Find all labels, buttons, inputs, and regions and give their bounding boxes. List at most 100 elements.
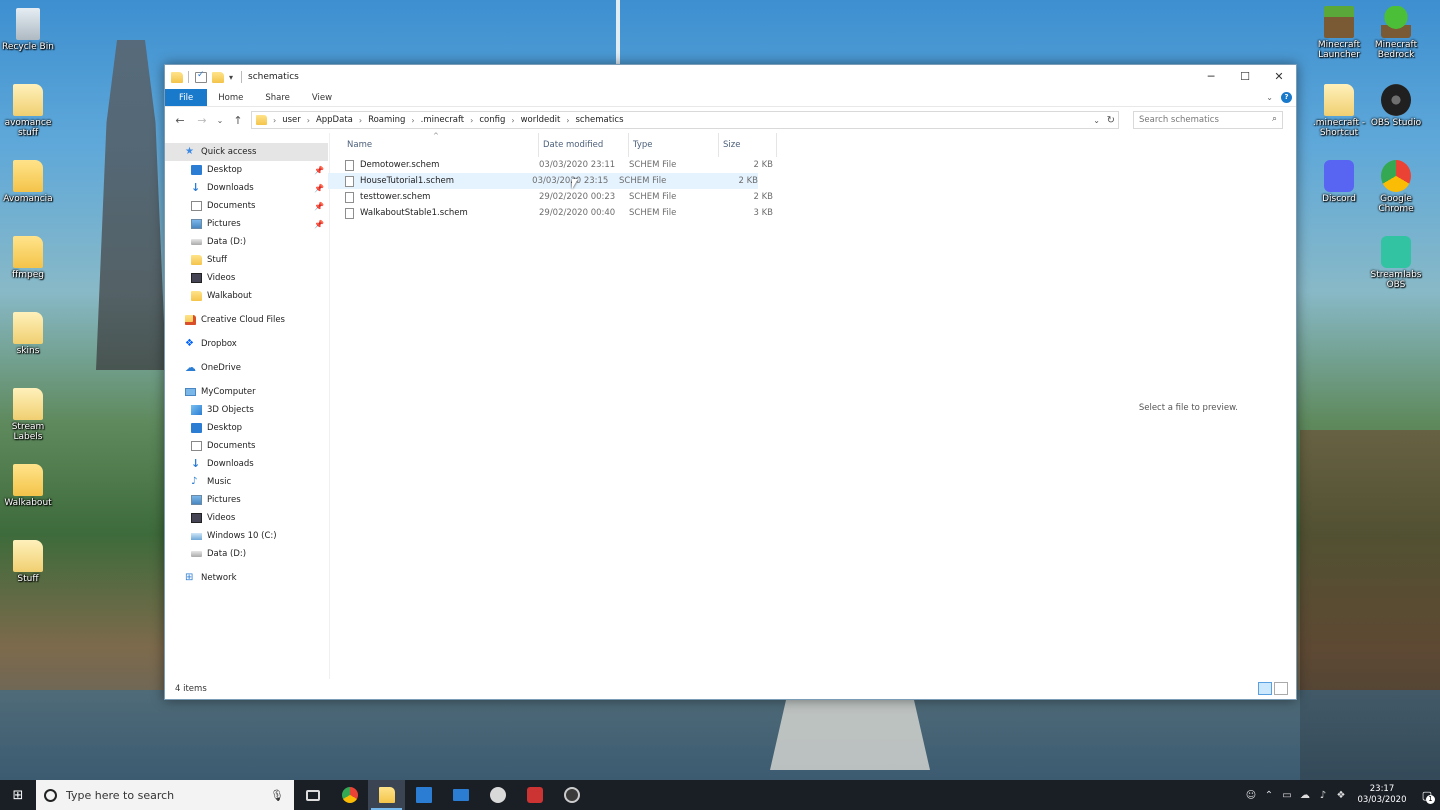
pin-icon[interactable]: 📌: [314, 220, 324, 229]
new-folder-icon[interactable]: [212, 71, 224, 83]
nav-computer-item[interactable]: Data (D:): [165, 545, 328, 563]
nav-network[interactable]: ⊞ Network: [165, 569, 328, 587]
desktop-icon-obs-studio[interactable]: OBS Studio: [1368, 84, 1424, 128]
nav-computer-item[interactable]: ♪ Music: [165, 473, 328, 491]
tab-file[interactable]: File: [165, 89, 208, 106]
large-icons-view-button[interactable]: [1274, 682, 1288, 695]
desktop-icon-minecraft-shortcut[interactable]: .minecraft - Shortcut: [1311, 84, 1367, 138]
desktop-icon-google-chrome[interactable]: Google Chrome: [1368, 160, 1424, 214]
column-header-size[interactable]: Size: [719, 133, 777, 157]
pin-icon[interactable]: 📌: [314, 166, 324, 175]
desktop-icon-ffmpeg[interactable]: ffmpeg: [0, 236, 56, 280]
breadcrumb-chevron-icon[interactable]: ›: [470, 116, 473, 125]
microphone-icon[interactable]: 🎙: [270, 789, 284, 802]
address-bar[interactable]: › user › AppData › Roaming › .minecraft …: [251, 111, 1119, 129]
recent-locations-icon[interactable]: ⌄: [215, 111, 225, 129]
action-center-button[interactable]: ▢ 1: [1414, 780, 1440, 810]
quick-access-toolbar-dropdown-icon[interactable]: ▾: [229, 73, 233, 82]
desktop-icon-recycle-bin[interactable]: Recycle Bin: [0, 8, 56, 52]
minimize-button[interactable]: ─: [1194, 65, 1228, 87]
tab-home[interactable]: Home: [207, 89, 254, 106]
nav-creative-cloud[interactable]: Creative Cloud Files: [165, 311, 328, 329]
clock[interactable]: 23:17 03/03/2020: [1350, 784, 1414, 806]
nav-quick-item[interactable]: Documents 📌: [165, 197, 328, 215]
refresh-icon[interactable]: ↻: [1107, 115, 1115, 126]
file-row[interactable]: WalkaboutStable1.schem 29/02/2020 00:40 SC…: [328, 205, 1296, 221]
nav-quick-item[interactable]: Data (D:): [165, 233, 328, 251]
taskbar-app-button[interactable]: [368, 780, 405, 810]
desktop-icon-minecraft-launcher[interactable]: Minecraft Launcher: [1311, 6, 1367, 60]
breadcrumb-worldedit[interactable]: worldedit: [521, 115, 561, 125]
nav-computer-item[interactable]: Pictures: [165, 491, 328, 509]
taskbar-app-button[interactable]: [442, 780, 479, 810]
breadcrumb-config[interactable]: config: [479, 115, 505, 125]
taskbar-app-button[interactable]: [479, 780, 516, 810]
people-icon[interactable]: ☺: [1242, 790, 1260, 801]
search-box[interactable]: ⌕: [1133, 111, 1283, 129]
desktop-icon-avomancia[interactable]: Avomancia: [0, 160, 56, 204]
nav-mycomputer[interactable]: MyComputer: [165, 383, 328, 401]
file-row[interactable]: testtower.schem 29/02/2020 00:23 SCHEM Fil…: [328, 189, 1296, 205]
breadcrumb-roaming[interactable]: Roaming: [368, 115, 405, 125]
help-icon[interactable]: ?: [1281, 92, 1292, 103]
file-row[interactable]: HouseTutorial1.schem 03/03/2020 23:15 SCHE…: [328, 173, 758, 189]
dropbox-tray-icon[interactable]: ❖: [1332, 790, 1350, 801]
tab-share[interactable]: Share: [254, 89, 301, 106]
maximize-button[interactable]: ☐: [1228, 65, 1262, 87]
nav-computer-item[interactable]: Windows 10 (C:): [165, 527, 328, 545]
address-dropdown-icon[interactable]: ⌄: [1093, 116, 1100, 125]
show-hidden-icons-icon[interactable]: ⌃: [1260, 790, 1278, 801]
nav-quick-item[interactable]: Desktop 📌: [165, 161, 328, 179]
desktop-icon-stuff[interactable]: Stuff: [0, 540, 56, 584]
nav-dropbox[interactable]: ❖ Dropbox: [165, 335, 328, 353]
forward-button[interactable]: →: [193, 111, 211, 129]
nav-onedrive[interactable]: ☁ OneDrive: [165, 359, 328, 377]
nav-quick-item[interactable]: Stuff: [165, 251, 328, 269]
nav-quick-item[interactable]: Walkabout: [165, 287, 328, 305]
nav-computer-item[interactable]: Desktop: [165, 419, 328, 437]
search-input[interactable]: [1139, 115, 1259, 125]
tab-view[interactable]: View: [301, 89, 343, 106]
file-row[interactable]: Demotower.schem 03/03/2020 23:11 SCHEM Fil…: [328, 157, 1296, 173]
column-header-date-modified[interactable]: Date modified: [539, 133, 629, 157]
desktop-icon-skins[interactable]: skins: [0, 312, 56, 356]
taskbar-app-button[interactable]: [516, 780, 553, 810]
network-icon[interactable]: ▭: [1278, 790, 1296, 801]
nav-computer-item[interactable]: Documents: [165, 437, 328, 455]
breadcrumb-user[interactable]: user: [282, 115, 301, 125]
nav-quick-access[interactable]: ★ Quick access: [165, 143, 328, 161]
back-button[interactable]: ←: [171, 111, 189, 129]
breadcrumb-chevron-icon[interactable]: ›: [511, 116, 514, 125]
column-header-name[interactable]: Name: [343, 133, 539, 157]
nav-computer-item[interactable]: ↓ Downloads: [165, 455, 328, 473]
taskbar-search[interactable]: 🎙: [36, 780, 294, 810]
nav-quick-item[interactable]: ↓ Downloads 📌: [165, 179, 328, 197]
breadcrumb-chevron-icon[interactable]: ›: [273, 116, 276, 125]
details-view-button[interactable]: [1258, 682, 1272, 695]
nav-quick-item[interactable]: Videos: [165, 269, 328, 287]
desktop-icon-avomance-stuff[interactable]: avomance stuff: [0, 84, 56, 138]
breadcrumb-appdata[interactable]: AppData: [316, 115, 353, 125]
taskbar-app-button[interactable]: [405, 780, 442, 810]
taskbar-app-button[interactable]: [294, 780, 331, 810]
breadcrumb-chevron-icon[interactable]: ›: [359, 116, 362, 125]
breadcrumb-minecraft[interactable]: .minecraft: [421, 115, 465, 125]
properties-icon[interactable]: [195, 70, 207, 83]
title-bar[interactable]: ▾ schematics ─ ☐ ✕: [165, 65, 1296, 89]
column-header-type[interactable]: Type: [629, 133, 719, 157]
taskbar-search-input[interactable]: [66, 788, 266, 802]
breadcrumb-chevron-icon[interactable]: ›: [307, 116, 310, 125]
close-button[interactable]: ✕: [1262, 65, 1296, 87]
onedrive-tray-icon[interactable]: ☁: [1296, 790, 1314, 801]
nav-computer-item[interactable]: 3D Objects: [165, 401, 328, 419]
file-list-area[interactable]: ^ Name Date modified Type Size Demotower…: [328, 132, 1296, 679]
breadcrumb-chevron-icon[interactable]: ›: [566, 116, 569, 125]
taskbar-app-button[interactable]: [553, 780, 590, 810]
desktop-icon-discord[interactable]: Discord: [1311, 160, 1367, 204]
breadcrumb-chevron-icon[interactable]: ›: [411, 116, 414, 125]
breadcrumb-schematics[interactable]: schematics: [576, 115, 624, 125]
start-button[interactable]: ⊞: [0, 780, 36, 810]
pin-icon[interactable]: 📌: [314, 202, 324, 211]
desktop-icon-minecraft-bedrock[interactable]: Minecraft Bedrock: [1368, 6, 1424, 60]
nav-computer-item[interactable]: Videos: [165, 509, 328, 527]
